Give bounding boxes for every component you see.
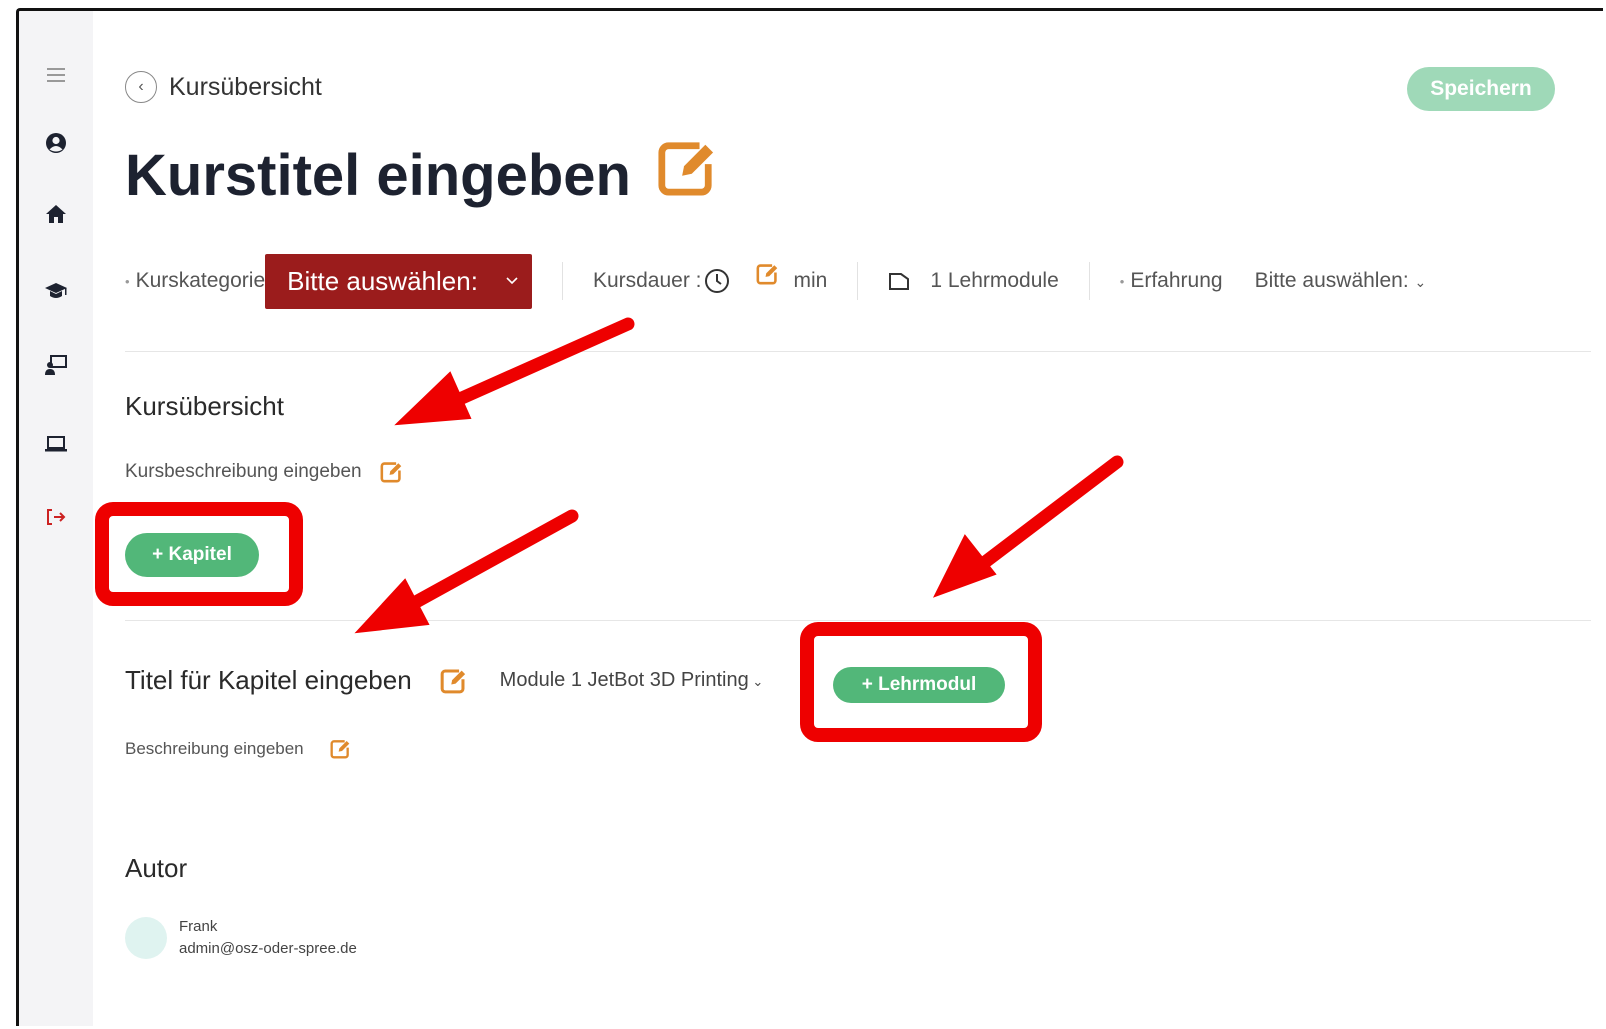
- chevron-down-icon: ⌄: [748, 674, 764, 689]
- chapter-title-text[interactable]: Titel für Kapitel eingeben: [125, 665, 412, 696]
- author-card: Frank admin@osz-oder-spree.de: [125, 916, 357, 960]
- breadcrumb-label[interactable]: Kursübersicht: [169, 73, 322, 102]
- chevron-down-icon: ⌄: [1414, 274, 1427, 290]
- experience-select-value: Bitte auswählen:: [1254, 269, 1409, 292]
- duration-label: Kursdauer :: [592, 269, 702, 292]
- edit-chapter-description-icon[interactable]: [330, 739, 350, 759]
- section-divider: [125, 351, 1591, 352]
- experience-label: Erfahrung: [1130, 269, 1223, 292]
- course-description: Kursbeschreibung eingeben: [125, 461, 402, 483]
- divider: [1088, 262, 1090, 300]
- chevron-down-icon: [506, 277, 518, 285]
- overview-heading: Kursübersicht: [125, 391, 284, 421]
- category-label: Kurskategorie: [135, 269, 266, 292]
- module-select-value: Module 1 JetBot 3D Printing: [499, 669, 749, 691]
- experience-select[interactable]: Bitte auswählen: ⌄: [1255, 269, 1427, 293]
- sidebar: [19, 11, 93, 1026]
- hamburger-menu-icon[interactable]: [40, 59, 72, 91]
- main-content: ‹ Kursübersicht Speichern Kurstitel eing…: [93, 11, 1603, 1026]
- chapter-row: Titel für Kapitel eingeben Module 1 JetB…: [125, 665, 763, 696]
- category-select[interactable]: Bitte auswählen:: [265, 253, 532, 309]
- modules-count: 1 Lehrmodule: [930, 269, 1059, 292]
- app-window: ‹ Kursübersicht Speichern Kurstitel eing…: [16, 8, 1603, 1026]
- course-description-text[interactable]: Kursbeschreibung eingeben: [125, 461, 362, 483]
- home-icon[interactable]: [40, 198, 72, 230]
- save-button[interactable]: Speichern: [1407, 67, 1555, 111]
- module-select[interactable]: Module 1 JetBot 3D Printing ⌄: [500, 669, 764, 692]
- breadcrumb: ‹ Kursübersicht: [125, 71, 322, 103]
- laptop-icon[interactable]: [40, 428, 72, 460]
- edit-duration-icon[interactable]: [756, 263, 778, 285]
- teacher-board-icon[interactable]: [40, 349, 72, 381]
- user-profile-icon[interactable]: [40, 127, 72, 159]
- back-arrow-icon[interactable]: ‹: [125, 71, 157, 103]
- clock-icon: [704, 269, 729, 293]
- edit-chapter-title-icon[interactable]: [440, 668, 466, 694]
- required-marker: •: [125, 273, 130, 289]
- divider: [857, 262, 859, 300]
- course-title-text[interactable]: Kurstitel eingeben: [125, 142, 631, 209]
- chapter-description: Beschreibung eingeben: [125, 739, 350, 759]
- course-meta-row: • Kurskategorie Bitte auswählen: Kursdau…: [125, 253, 1426, 309]
- edit-title-icon[interactable]: [657, 139, 715, 211]
- edit-description-icon[interactable]: [380, 461, 402, 483]
- required-marker: •: [1119, 273, 1125, 289]
- add-chapter-button[interactable]: + Kapitel: [125, 533, 259, 577]
- section-divider: [125, 620, 1591, 621]
- chapter-description-text[interactable]: Beschreibung eingeben: [125, 739, 304, 759]
- author-email: admin@osz-oder-spree.de: [179, 940, 357, 957]
- divider: [561, 262, 563, 300]
- logout-icon[interactable]: [40, 501, 72, 533]
- module-folder-icon: [889, 273, 910, 290]
- avatar: [125, 917, 167, 959]
- author-name: Frank: [179, 918, 218, 935]
- category-select-value: Bitte auswählen:: [287, 265, 478, 296]
- add-module-button[interactable]: + Lehrmodul: [833, 667, 1005, 703]
- duration-unit: min: [793, 269, 828, 292]
- page-title: Kurstitel eingeben: [125, 139, 715, 211]
- graduation-cap-icon[interactable]: [40, 275, 72, 307]
- author-heading: Autor: [125, 853, 188, 883]
